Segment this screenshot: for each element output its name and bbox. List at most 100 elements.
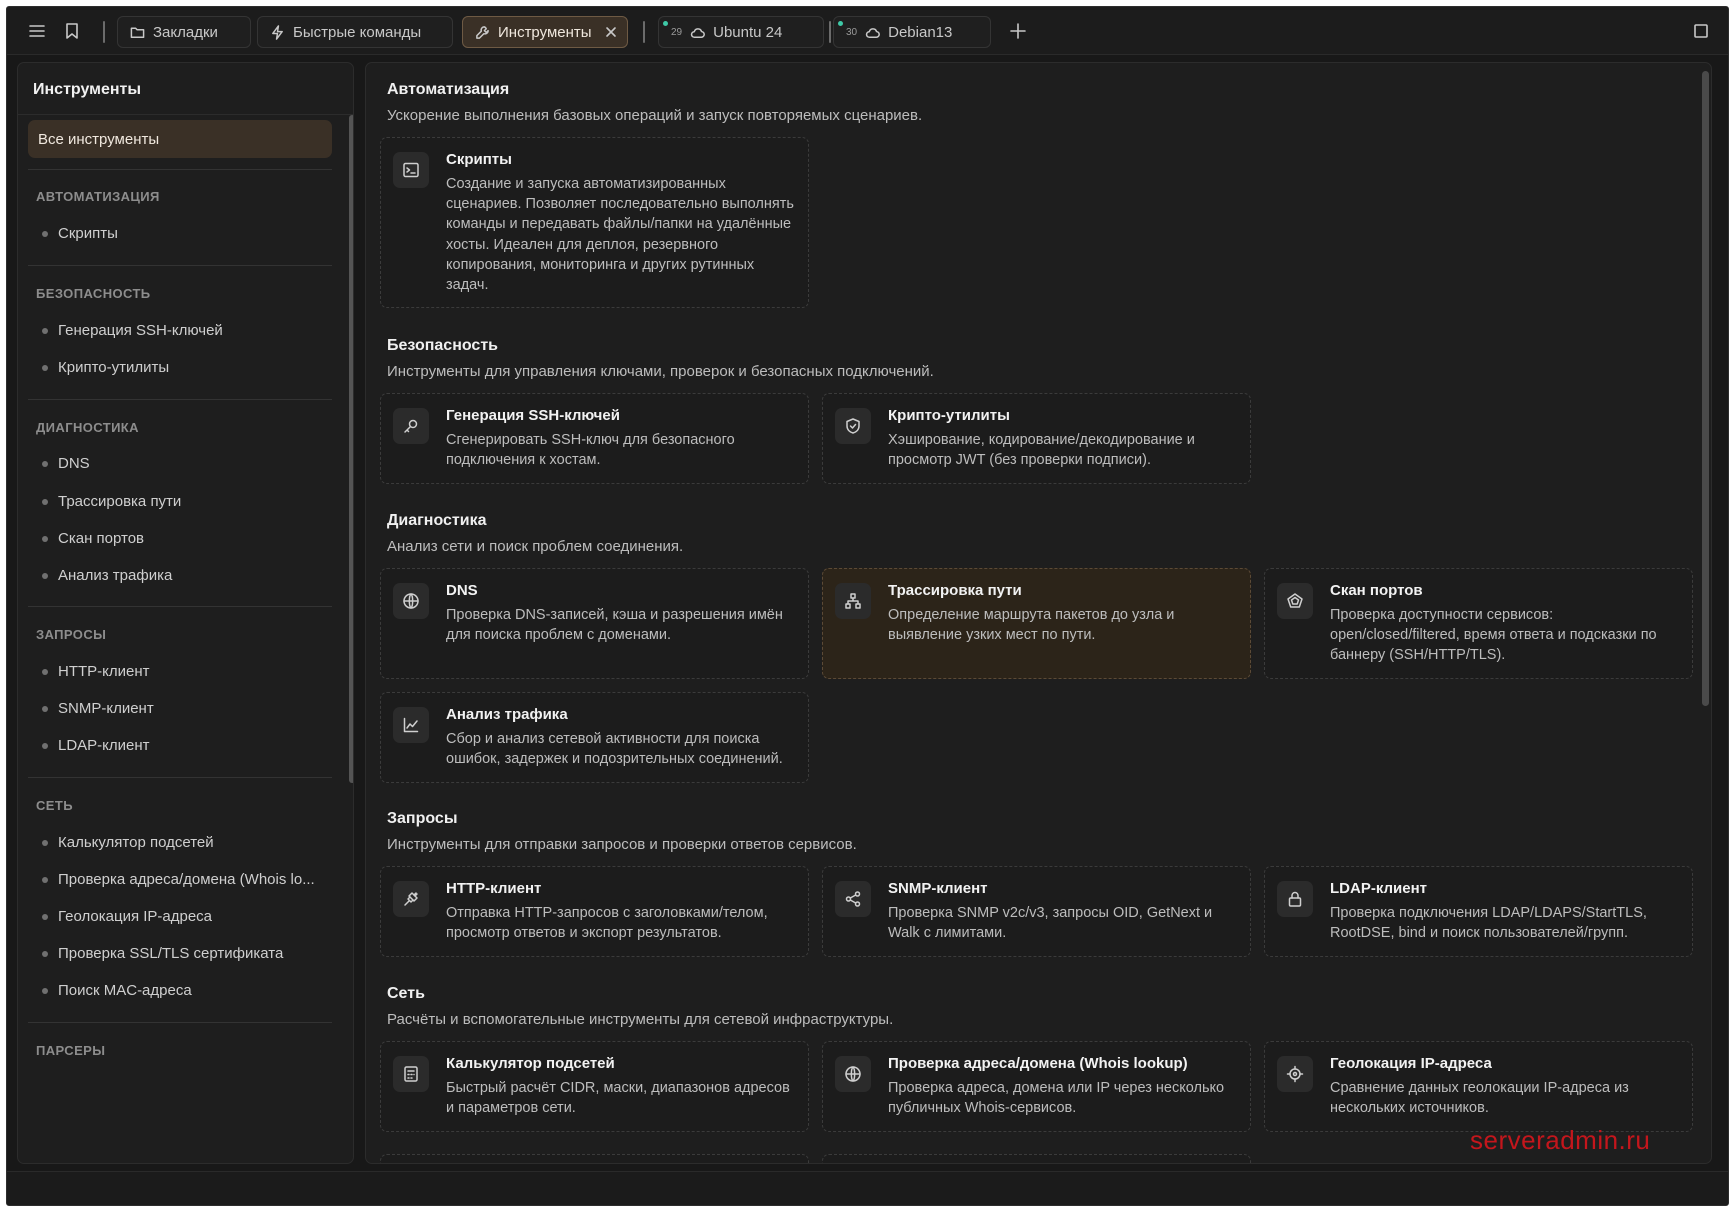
sidebar-item-label: Скан портов (58, 530, 145, 547)
sidebar-item-port-scan[interactable]: Скан портов (42, 530, 144, 547)
sidebar-item-whois[interactable]: Проверка адреса/домена (Whois lo... (42, 871, 315, 888)
tool-card-title: HTTP-клиент (446, 880, 542, 897)
lock-icon (1277, 881, 1313, 917)
group-divider (28, 777, 332, 778)
tool-card-dns[interactable]: DNS Проверка DNS-записей, кэша и разреше… (380, 568, 809, 679)
sidebar-item-label: Геолокация IP-адреса (58, 908, 213, 925)
sidebar-item-subnet-calculator[interactable]: Калькулятор подсетей (42, 834, 214, 851)
tab-quick-commands[interactable]: Быстрые команды (257, 16, 453, 48)
bullet-icon (42, 987, 48, 994)
tab-ubuntu-24[interactable]: 29 Ubuntu 24 (658, 16, 824, 48)
bullet-icon (42, 839, 48, 846)
tool-card-snmp-client[interactable]: SNMP-клиент Проверка SNMP v2c/v3, запрос… (822, 866, 1251, 957)
close-icon (606, 27, 616, 37)
tool-card-description: Сравнение данных геолокации IP-адреса из… (1330, 1080, 1629, 1117)
network-tree-icon (835, 583, 871, 619)
tool-card-title: Калькулятор подсетей (446, 1055, 615, 1072)
group-divider (28, 1022, 332, 1023)
tool-card-port-scan[interactable]: Скан портов Проверка доступности сервисо… (1264, 568, 1693, 679)
tab-bar: Закладки Быстрые команды Инструменты 29 … (7, 7, 1728, 55)
sidebar-item-label: Генерация SSH-ключей (58, 322, 223, 339)
tool-card-subnet-calculator[interactable]: Калькулятор подсетей Быстрый расчёт CIDR… (380, 1041, 809, 1132)
section-description: Ускорение выполнения базовых операций и … (387, 107, 923, 124)
group-security: БЕЗОПАСНОСТЬ (36, 286, 151, 301)
section-description: Анализ сети и поиск проблем соединения. (387, 538, 684, 555)
menu-icon[interactable] (24, 18, 50, 44)
sidebar-item-dns[interactable]: DNS (42, 455, 90, 472)
section-title: Запросы (387, 810, 458, 827)
tool-card-partial[interactable] (822, 1154, 1251, 1163)
sidebar-item-label: Калькулятор подсетей (58, 834, 214, 851)
sidebar-item-label: Крипто-утилиты (58, 359, 170, 376)
maximize-button[interactable] (1688, 18, 1714, 44)
sidebar-item-label: LDAP-клиент (58, 737, 150, 754)
sidebar-item-geolocation[interactable]: Геолокация IP-адреса (42, 908, 212, 925)
tool-card-whois[interactable]: Проверка адреса/домена (Whois lookup) Пр… (822, 1041, 1251, 1132)
sidebar-item-ssh-keygen[interactable]: Генерация SSH-ключей (42, 322, 223, 339)
tool-card-title: Анализ трафика (446, 706, 568, 723)
tab-label: Debian13 (888, 23, 953, 41)
sidebar-item-http-client[interactable]: HTTP-клиент (42, 663, 150, 680)
main-scrollbar[interactable] (1702, 71, 1709, 706)
section-title: Автоматизация (387, 81, 510, 98)
close-tab-button[interactable] (603, 24, 619, 40)
tool-card-title: DNS (446, 582, 478, 599)
tool-card-traceroute[interactable]: Трассировка пути Определение маршрута па… (822, 568, 1251, 679)
group-diagnostics: ДИАГНОСТИКА (36, 420, 139, 435)
shield-icon (835, 408, 871, 444)
sidebar-item-ssl-check[interactable]: Проверка SSL/TLS сертификата (42, 945, 283, 962)
tool-card-traffic-analysis[interactable]: Анализ трафика Сбор и анализ сетевой акт… (380, 692, 809, 783)
tool-card-description: Хэширование, кодирование/декодирование и… (888, 432, 1195, 469)
tool-card-http-client[interactable]: HTTP-клиент Отправка HTTP-запросов с заг… (380, 866, 809, 957)
tool-card-ldap-client[interactable]: LDAP-клиент Проверка подключения LDAP/LD… (1264, 866, 1693, 957)
tools-sidebar: Инструменты Все инструменты АВТОМАТИЗАЦИ… (17, 62, 354, 1164)
bookmark-panel-icon[interactable] (59, 18, 85, 44)
sidebar-item-crypto[interactable]: Крипто-утилиты (42, 359, 169, 376)
tool-card-title: Проверка адреса/домена (Whois lookup) (888, 1055, 1188, 1072)
bullet-icon (42, 498, 48, 505)
tab-separator (829, 21, 831, 43)
sidebar-item-mac-lookup[interactable]: Поиск MAC-адреса (42, 982, 192, 999)
tool-card-description: Проверка SNMP v2c/v3, запросы OID, GetNe… (888, 905, 1213, 942)
bullet-icon (42, 460, 48, 467)
tab-debian13[interactable]: 30 Debian13 (833, 16, 991, 48)
sidebar-scrollbar[interactable] (349, 115, 353, 783)
section-description: Расчёты и вспомогательные инструменты дл… (387, 1011, 894, 1028)
tools-main-panel: Автоматизация Ускорение выполнения базов… (365, 62, 1712, 1164)
section-description: Инструменты для управления ключами, пров… (387, 363, 934, 380)
calculator-icon (393, 1056, 429, 1092)
tool-card-title: Скрипты (446, 151, 512, 168)
sidebar-item-label: Поиск MAC-адреса (58, 982, 192, 999)
tool-card-ssh-keygen[interactable]: Генерация SSH-ключей Сгенерировать SSH-к… (380, 393, 809, 484)
sidebar-item-label: SNMP-клиент (58, 700, 154, 717)
tab-bookmarks[interactable]: Закладки (117, 16, 251, 48)
key-icon (393, 408, 429, 444)
share-nodes-icon (835, 881, 871, 917)
tool-card-geolocation[interactable]: Геолокация IP-адреса Сравнение данных ге… (1264, 1041, 1693, 1132)
tab-separator (643, 21, 645, 43)
tool-card-scripts[interactable]: Скрипты Создание и запуска автоматизиров… (380, 137, 809, 308)
watermark: serveradmin.ru (1470, 1125, 1651, 1155)
tool-card-crypto[interactable]: Крипто-утилиты Хэширование, кодирование/… (822, 393, 1251, 484)
tab-count: 29 (671, 26, 683, 38)
bullet-icon (42, 913, 48, 920)
tool-card-partial[interactable] (380, 1154, 809, 1163)
sidebar-item-all-tools[interactable]: Все инструменты (28, 120, 332, 158)
group-requests: ЗАПРОСЫ (36, 627, 107, 642)
sidebar-item-traffic-analysis[interactable]: Анализ трафика (42, 567, 172, 584)
folder-icon (130, 27, 145, 38)
sidebar-item-ldap-client[interactable]: LDAP-клиент (42, 737, 150, 754)
tab-tools[interactable]: Инструменты (462, 16, 628, 48)
tool-card-description: Определение маршрута пакетов до узла и в… (888, 607, 1175, 644)
section-title: Безопасность (387, 337, 498, 354)
new-tab-button[interactable] (1005, 18, 1031, 44)
square-icon (1694, 24, 1708, 38)
sidebar-item-traceroute[interactable]: Трассировка пути (42, 493, 181, 510)
bullet-icon (42, 876, 48, 883)
sidebar-item-snmp-client[interactable]: SNMP-клиент (42, 700, 154, 717)
sidebar-item-scripts[interactable]: Скрипты (42, 225, 118, 242)
bullet-icon (42, 535, 48, 542)
bullet-icon (42, 364, 48, 371)
tool-card-description: Отправка HTTP-запросов с заголовками/тел… (446, 905, 768, 942)
section-description: Инструменты для отправки запросов и пров… (387, 836, 857, 853)
